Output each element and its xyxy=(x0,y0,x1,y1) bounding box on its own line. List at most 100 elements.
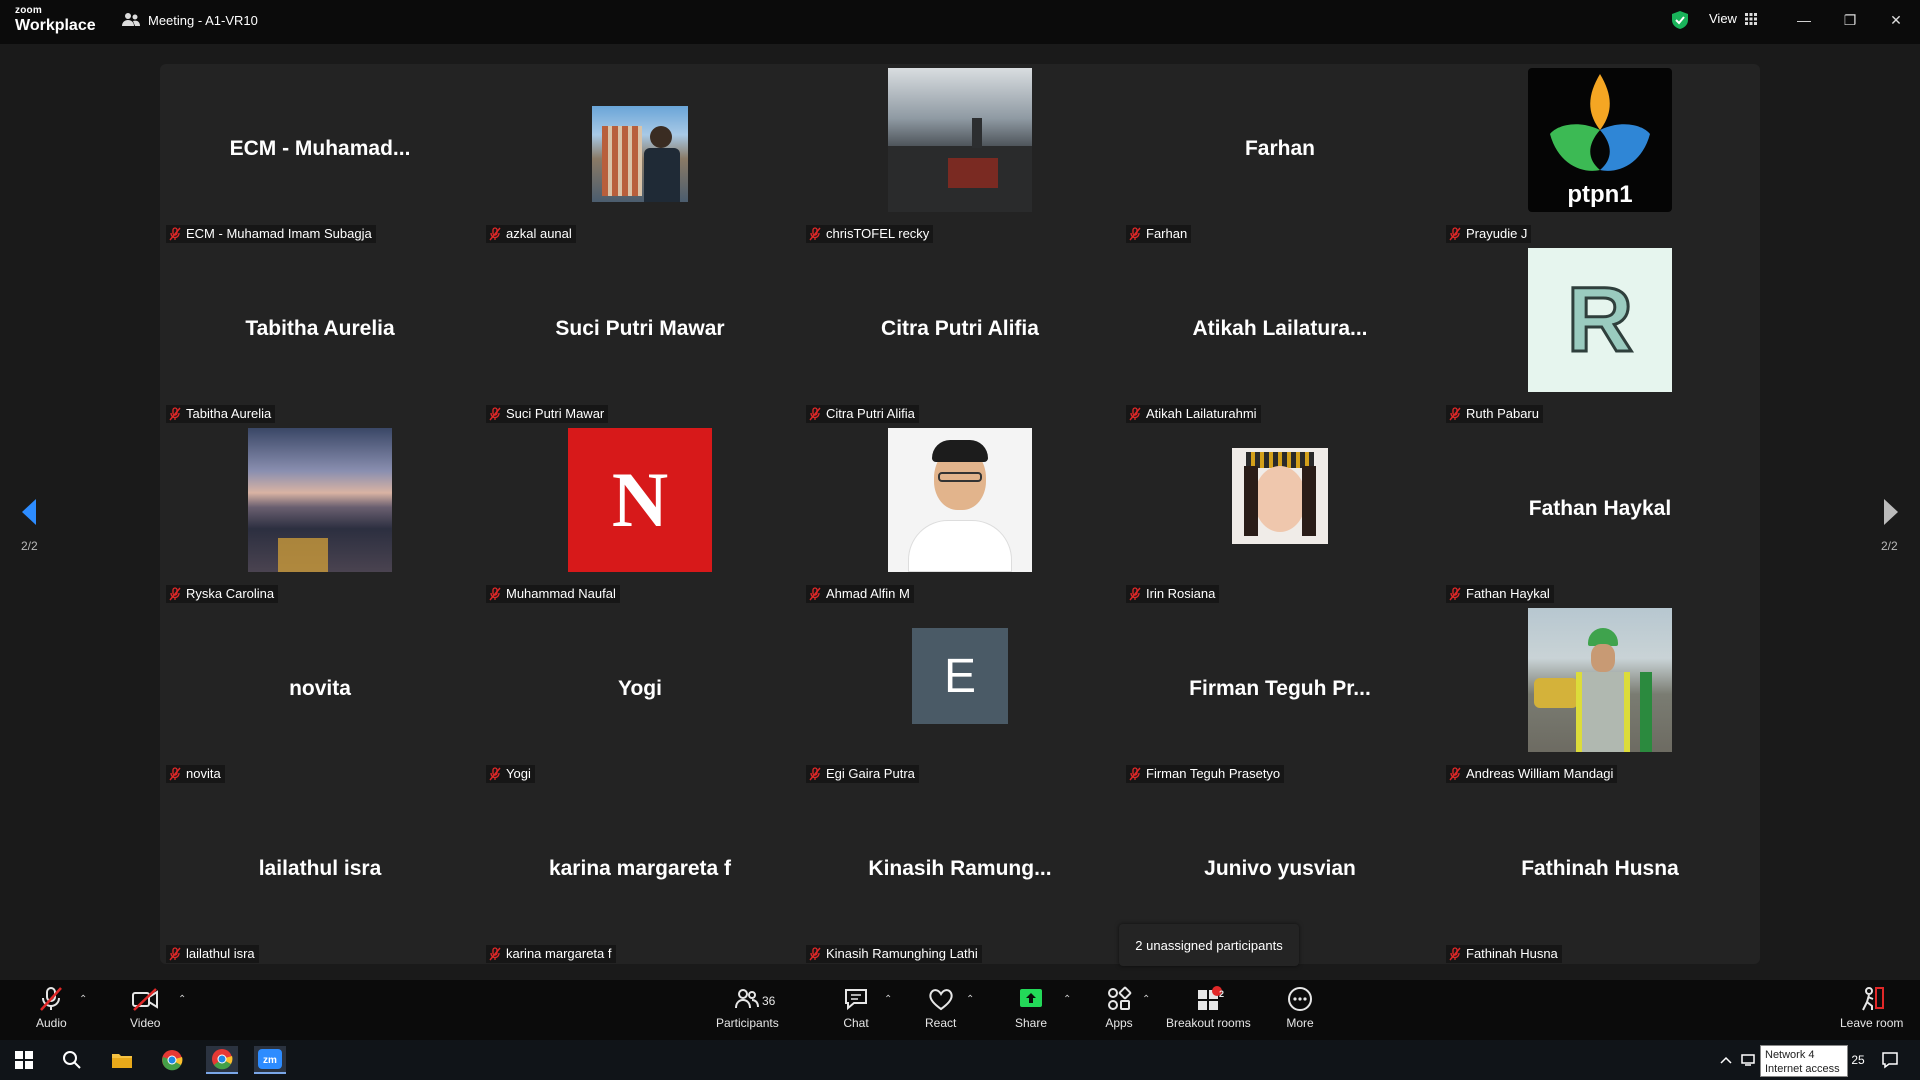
participant-tile[interactable]: azkal aunal xyxy=(480,64,800,244)
participant-name-label: Firman Teguh Prasetyo xyxy=(1126,765,1285,783)
breakout-rooms-button[interactable]: Breakout rooms xyxy=(1166,986,1251,1030)
participant-display-name: Farhan xyxy=(1244,137,1315,160)
participant-tile[interactable]: Suci Putri Mawar Suci Putri Mawar xyxy=(480,244,800,424)
svg-text:ptpn1: ptpn1 xyxy=(1567,181,1632,208)
chrome-profile-icon[interactable] xyxy=(206,1046,238,1074)
participant-name-label: Fathan Haykal xyxy=(1446,585,1554,603)
participant-name: Ruth Pabaru xyxy=(1466,406,1539,421)
participant-tile[interactable]: ECM - Muhamad... ECM - Muhamad Imam Subag… xyxy=(160,64,480,244)
participant-name: Prayudie J xyxy=(1466,226,1528,241)
participant-name-label: Farhan xyxy=(1126,225,1192,243)
participant-name: Muhammad Naufal xyxy=(506,586,616,601)
participant-tile[interactable]: karina margareta f karina margareta f xyxy=(480,784,800,964)
mic-muted-icon xyxy=(169,406,181,420)
participant-display-name: Tabitha Aurelia xyxy=(245,317,395,340)
chat-options-chevron-icon[interactable]: ⌃ xyxy=(884,994,892,1005)
tray-chevron-icon[interactable] xyxy=(1716,1046,1736,1074)
participant-name-label: Citra Putri Alifia xyxy=(806,405,919,423)
participant-tile[interactable]: ptpn1 Prayudie J xyxy=(1440,64,1760,244)
restore-icon[interactable]: ❐ xyxy=(1836,8,1864,32)
participant-name-label: chrisTOFEL recky xyxy=(806,225,934,243)
participant-name-label: Ahmad Alfin M xyxy=(806,585,914,603)
avatar-letter: N xyxy=(568,428,712,572)
participant-tile[interactable]: E Egi Gaira Putra xyxy=(800,604,1120,784)
participant-tile[interactable]: Citra Putri Alifia Citra Putri Alifia xyxy=(800,244,1120,424)
encryption-shield-icon[interactable] xyxy=(1671,10,1689,30)
more-button[interactable]: More xyxy=(1286,986,1314,1030)
participant-display-name: Yogi xyxy=(618,677,662,700)
participant-name-label: Prayudie J xyxy=(1446,225,1532,243)
close-icon[interactable]: ✕ xyxy=(1882,8,1910,32)
chat-button[interactable]: Chat xyxy=(842,986,870,1030)
participant-name: Ahmad Alfin M xyxy=(826,586,910,601)
heart-icon xyxy=(928,989,953,1011)
participant-tile[interactable]: chrisTOFEL recky xyxy=(800,64,1120,244)
meeting-title[interactable]: Meeting - A1-VR10 xyxy=(122,12,258,28)
breakout-badge: 2 xyxy=(1219,989,1225,999)
share-options-chevron-icon[interactable]: ⌃ xyxy=(1063,994,1071,1005)
participant-tile[interactable]: R Ruth Pabaru xyxy=(1440,244,1760,424)
participant-tile[interactable]: Andreas William Mandagi xyxy=(1440,604,1760,784)
participant-name-label: karina margareta f xyxy=(486,945,616,963)
zoom-workplace-logo: zoom Workplace xyxy=(15,5,96,34)
title-bar: zoom Workplace Meeting - A1-VR10 View — … xyxy=(0,0,1920,44)
leave-room-button[interactable]: Leave room xyxy=(1840,986,1903,1030)
apps-options-chevron-icon[interactable]: ⌃ xyxy=(1142,994,1150,1005)
participant-tile[interactable]: Tabitha Aurelia Tabitha Aurelia xyxy=(160,244,480,424)
participant-name-label: Fathinah Husna xyxy=(1446,945,1562,963)
participant-name: Andreas William Mandagi xyxy=(1466,766,1614,781)
clock-fragment[interactable]: 25 xyxy=(1848,1046,1868,1074)
network-icon[interactable] xyxy=(1738,1046,1758,1074)
participant-display-name: Firman Teguh Pr... xyxy=(1189,677,1371,700)
video-off-icon xyxy=(132,988,159,1011)
participant-tile[interactable]: Fathinah Husna Fathinah Husna xyxy=(1440,784,1760,964)
view-button[interactable]: View xyxy=(1709,11,1757,26)
audio-button[interactable]: Audio xyxy=(36,986,67,1030)
notification-icon[interactable] xyxy=(1874,1046,1906,1074)
zoom-taskbar-icon[interactable]: zm xyxy=(254,1046,286,1074)
next-page-icon[interactable] xyxy=(1880,497,1902,527)
participant-tile[interactable]: lailathul isra lailathul isra xyxy=(160,784,480,964)
participant-tile[interactable]: Firman Teguh Pr... Firman Teguh Prasetyo xyxy=(1120,604,1440,784)
react-button[interactable]: React xyxy=(925,986,956,1030)
participant-tile[interactable]: N Muhammad Naufal xyxy=(480,424,800,604)
avatar-photo xyxy=(1528,608,1672,752)
react-options-chevron-icon[interactable]: ⌃ xyxy=(966,994,974,1005)
chrome-icon[interactable] xyxy=(156,1046,188,1074)
chat-icon xyxy=(845,989,867,1011)
ptpn1-logo: ptpn1 xyxy=(1528,68,1672,212)
mic-muted-icon xyxy=(169,946,181,960)
participant-name: Fathinah Husna xyxy=(1466,946,1558,961)
avatar-photo xyxy=(1232,448,1328,544)
participant-tile[interactable]: Ahmad Alfin M xyxy=(800,424,1120,604)
participant-tile[interactable]: novita novita xyxy=(160,604,480,784)
participants-icon xyxy=(735,989,760,1009)
participant-tile[interactable]: Ryska Carolina xyxy=(160,424,480,604)
search-icon[interactable] xyxy=(56,1046,88,1074)
participant-tile[interactable]: Yogi Yogi xyxy=(480,604,800,784)
video-button[interactable]: Video xyxy=(130,986,160,1030)
apps-button[interactable]: Apps xyxy=(1105,986,1133,1030)
minimize-icon[interactable]: — xyxy=(1790,8,1818,32)
audio-options-chevron-icon[interactable]: ⌃ xyxy=(79,994,87,1005)
mic-muted-icon xyxy=(809,766,821,780)
video-options-chevron-icon[interactable]: ⌃ xyxy=(178,994,186,1005)
mic-muted-icon xyxy=(489,946,501,960)
apps-icon xyxy=(1108,986,1132,1010)
participant-tile[interactable]: Farhan Farhan xyxy=(1120,64,1440,244)
participant-tile[interactable]: Kinasih Ramung... Kinasih Ramunghing Lath… xyxy=(800,784,1120,964)
windows-taskbar: zm 25 xyxy=(0,1040,1920,1080)
participant-tile[interactable]: Fathan Haykal Fathan Haykal xyxy=(1440,424,1760,604)
participant-name-label: Suci Putri Mawar xyxy=(486,405,609,423)
prev-page-icon[interactable] xyxy=(18,497,40,527)
windows-start-icon[interactable] xyxy=(8,1046,40,1074)
mic-muted-icon xyxy=(809,586,821,600)
participant-tile[interactable]: Irin Rosiana xyxy=(1120,424,1440,604)
participant-tile[interactable]: Atikah Lailatura... Atikah Lailaturahmi xyxy=(1120,244,1440,424)
participant-name: Irin Rosiana xyxy=(1146,586,1216,601)
participant-name: chrisTOFEL recky xyxy=(826,226,930,241)
participant-display-name: ECM - Muhamad... xyxy=(229,137,411,160)
file-explorer-icon[interactable] xyxy=(106,1046,138,1074)
participants-button[interactable]: Participants xyxy=(716,986,779,1030)
share-button[interactable]: Share xyxy=(1015,986,1047,1030)
